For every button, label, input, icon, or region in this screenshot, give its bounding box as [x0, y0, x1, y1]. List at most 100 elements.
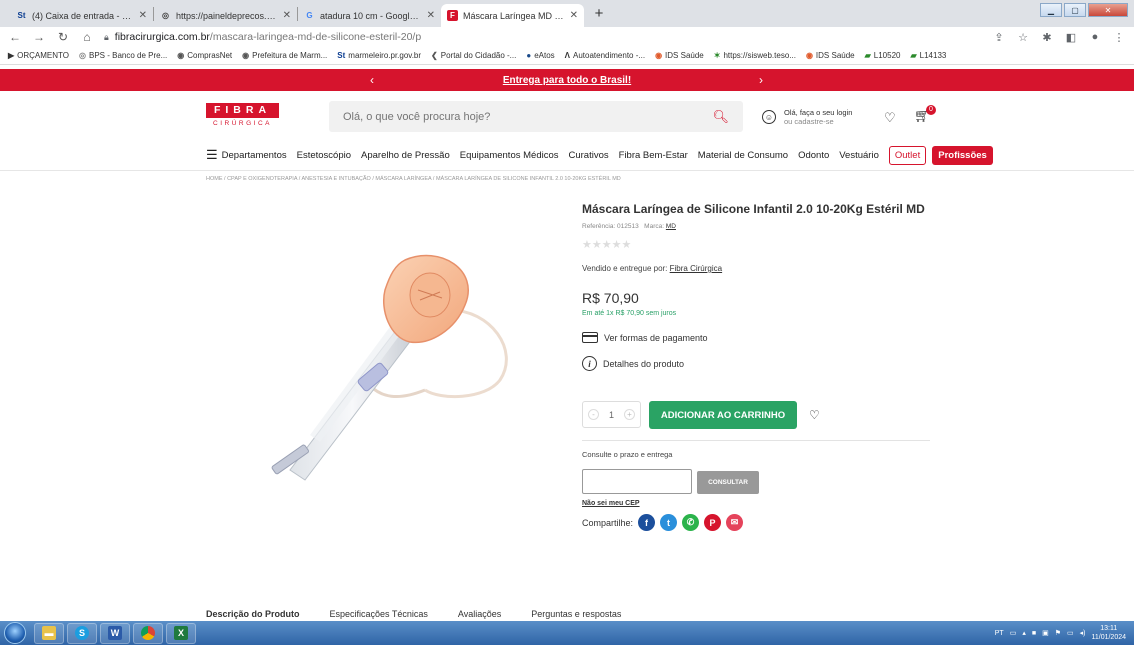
nav-item-aparelho-pressao[interactable]: Aparelho de Pressão [361, 150, 450, 161]
menu-icon[interactable]: ⋮ [1112, 31, 1126, 44]
tab-descricao[interactable]: Descrição do Produto [206, 609, 300, 619]
taskbar-explorer[interactable]: ▬ [34, 622, 64, 644]
bookmark-item[interactable]: ▶ ORÇAMENTO [8, 51, 69, 60]
rating-stars-icon[interactable]: ★★★★★ [582, 238, 631, 251]
minimize-icon[interactable]: ▁ [1040, 3, 1062, 17]
volume-icon[interactable]: ◂) [1080, 629, 1086, 637]
tab-close-icon[interactable]: ✕ [283, 10, 291, 21]
flag-icon[interactable]: ⚑ [1055, 629, 1061, 637]
bookmark-item[interactable]: Λ Autoatendimento -... [565, 51, 645, 60]
url-path: /mascara-laringea-md-de-silicone-esteril… [209, 31, 422, 43]
wishlist-heart-icon[interactable]: ♡ [884, 110, 896, 126]
tab-title: atadura 10 cm - Google Shoppin [320, 10, 423, 21]
network-icon[interactable]: ▣ [1042, 629, 1049, 637]
bookmark-item[interactable]: ❮ Portal do Cidadão -... [431, 51, 516, 60]
share-page-icon[interactable]: ⇪ [992, 31, 1006, 44]
bookmark-item[interactable]: ◎ BPS - Banco de Pre... [79, 51, 167, 60]
nav-departments[interactable]: ☰ Departamentos [206, 147, 287, 163]
bookmark-item[interactable]: ◉ ComprasNet [177, 51, 232, 60]
address-bar[interactable]: 🔒︎ fibracirurgica.com.br/mascara-laringe… [104, 31, 982, 43]
twitter-icon[interactable]: t [660, 514, 678, 531]
forward-icon[interactable]: → [32, 30, 46, 44]
promo-next-icon[interactable]: › [759, 73, 763, 87]
bookmark-label: marmeleiro.pr.gov.br [348, 51, 422, 60]
extensions-icon[interactable]: ✱ [1040, 31, 1054, 44]
keyboard-icon[interactable]: ▭ [1010, 629, 1017, 637]
tab-perguntas[interactable]: Perguntas e respostas [531, 609, 621, 619]
add-to-cart-button[interactable]: ADICIONAR AO CARRINHO [649, 401, 797, 429]
tab-close-icon[interactable]: ✕ [427, 10, 435, 21]
taskbar-skype[interactable]: S [67, 622, 97, 644]
nav-item-material-consumo[interactable]: Material de Consumo [698, 150, 788, 161]
side-panel-icon[interactable]: ◧ [1064, 31, 1078, 44]
tray-app-icon[interactable]: ■ [1032, 630, 1036, 637]
nav-item-estetoscopio[interactable]: Estetoscópio [297, 150, 351, 161]
start-button-icon[interactable] [4, 622, 26, 644]
bookmark-item[interactable]: ◉ IDS Saúde [655, 51, 704, 60]
favorite-product-heart-icon[interactable]: ♡ [809, 408, 820, 422]
promo-prev-icon[interactable]: ‹ [370, 73, 374, 87]
bookmark-label: L10520 [873, 51, 901, 60]
breadcrumb[interactable]: HOME / CPAP E OXIGENOTERAPIA / ANESTESIA… [206, 176, 621, 182]
quantity-value[interactable]: 1 [609, 410, 614, 420]
seller-link[interactable]: Fibra Cirúrgica [670, 264, 722, 273]
nav-item-curativos[interactable]: Curativos [569, 150, 609, 161]
bookmark-item[interactable]: ● eAtos [526, 51, 554, 60]
search-input[interactable] [343, 110, 713, 123]
maximize-icon[interactable]: ▢ [1064, 3, 1086, 17]
quantity-decrease-button[interactable]: - [587, 409, 599, 420]
site-logo[interactable]: FIBRA CIRÚRGICA [206, 103, 279, 130]
nav-item-equipamentos[interactable]: Equipamentos Médicos [460, 150, 559, 161]
browser-tab-active[interactable]: F Máscara Laríngea MD 2.0 de Silic ✕ [441, 4, 584, 27]
tab-close-icon[interactable]: ✕ [570, 10, 578, 21]
nav-item-bem-estar[interactable]: Fibra Bem-Estar [619, 150, 688, 161]
consult-shipping-button[interactable]: CONSULTAR [697, 471, 759, 494]
browser-tab-email[interactable]: St (4) Caixa de entrada - E-mail - m ✕ [10, 4, 153, 27]
tab-avaliacoes[interactable]: Avaliações [458, 609, 501, 619]
search-icon[interactable]: 🔍︎ [712, 109, 729, 125]
bookmark-item[interactable]: ▰ L10520 [865, 51, 901, 60]
nav-item-odonto[interactable]: Odonto [798, 150, 829, 161]
tray-arrow-icon[interactable]: ▴ [1022, 629, 1026, 637]
monitor-icon[interactable]: ▭ [1067, 629, 1074, 637]
bookmark-item[interactable]: ✶ https://sisweb.teso... [714, 51, 796, 60]
taskbar-word[interactable]: W [100, 622, 130, 644]
cart-icon[interactable]: 🛒︎ 0 [914, 105, 936, 124]
profile-icon[interactable]: ● [1088, 31, 1102, 43]
bookmark-item[interactable]: St marmeleiro.pr.gov.br [337, 51, 421, 60]
clock[interactable]: 13:11 11/01/2024 [1091, 624, 1126, 642]
quantity-increase-button[interactable]: + [623, 409, 635, 420]
close-window-icon[interactable]: ✕ [1088, 3, 1128, 17]
language-indicator[interactable]: PT [995, 630, 1004, 637]
promo-text[interactable]: Entrega para todo o Brasil! [503, 75, 631, 86]
taskbar-chrome[interactable] [133, 622, 163, 644]
bookmark-item[interactable]: ▰ L14133 [910, 51, 946, 60]
browser-tab-google[interactable]: G atadura 10 cm - Google Shoppin ✕ [298, 4, 441, 27]
product-details-link[interactable]: i Detalhes do produto [582, 356, 684, 371]
new-tab-icon[interactable]: + [588, 3, 610, 25]
whatsapp-icon[interactable]: ✆ [682, 514, 700, 531]
nav-item-outlet[interactable]: Outlet [888, 145, 927, 165]
pinterest-icon[interactable]: P [704, 514, 722, 531]
payment-options-link[interactable]: Ver formas de pagamento [582, 332, 708, 343]
home-icon[interactable]: ⌂ [80, 30, 94, 44]
tab-especificacoes[interactable]: Especificações Técnicas [330, 609, 428, 619]
bookmark-item[interactable]: ◉ Prefeitura de Marm... [242, 51, 327, 60]
no-cep-link[interactable]: Não sei meu CEP [582, 500, 640, 507]
nav-item-vestuario[interactable]: Vestuário [839, 150, 879, 161]
product-image[interactable] [250, 250, 520, 500]
cep-input[interactable] [582, 469, 692, 494]
facebook-icon[interactable]: f [638, 514, 656, 531]
bookmark-item[interactable]: ◉ IDS Saúde [806, 51, 855, 60]
login-link[interactable]: ☺ Olá, faça o seu login ou cadastre-se [762, 108, 852, 126]
brand-link[interactable]: MD [666, 223, 676, 230]
tab-close-icon[interactable]: ✕ [139, 10, 147, 21]
back-icon[interactable]: ← [8, 30, 22, 44]
taskbar-excel[interactable]: X [166, 622, 196, 644]
email-icon[interactable]: ✉ [726, 514, 744, 531]
browser-tab-painel[interactable]: ◎ https://paineldeprecos.planejam ✕ [154, 4, 297, 27]
nav-item-profissoes[interactable]: Profissões [932, 145, 993, 165]
reload-icon[interactable]: ↻ [56, 30, 70, 44]
bookmark-star-icon[interactable]: ☆ [1016, 31, 1030, 44]
product-title: Máscara Laríngea de Silicone Infantil 2.… [582, 202, 925, 216]
